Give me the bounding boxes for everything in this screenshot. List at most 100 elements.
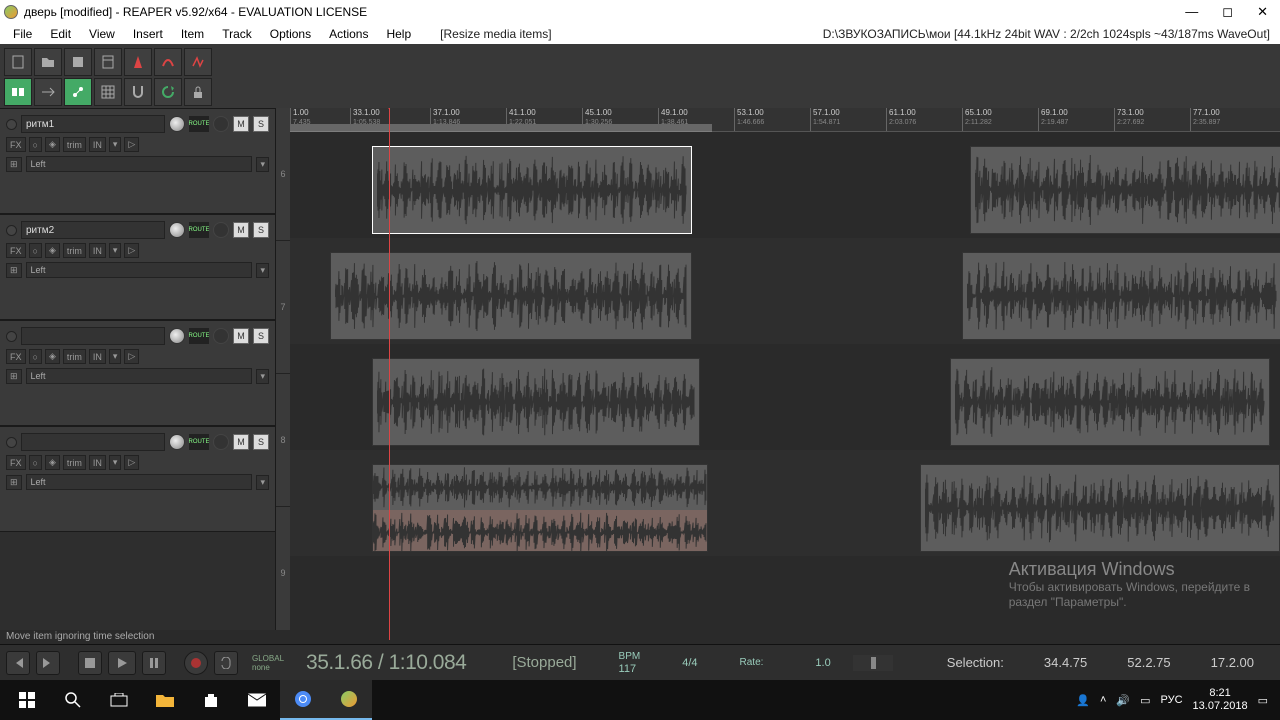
fx-button[interactable]: FX	[6, 455, 26, 470]
fx-bypass-button[interactable]: ○	[29, 349, 42, 364]
tray-lang[interactable]: РУС	[1161, 694, 1183, 706]
bpm-value[interactable]: 117	[619, 663, 641, 675]
maximize-button[interactable]: ◻	[1222, 4, 1233, 20]
env-button[interactable]: ⊞	[6, 157, 22, 172]
pan-dd-icon[interactable]: ▾	[256, 369, 269, 384]
mail-icon[interactable]	[234, 680, 280, 720]
menu-view[interactable]: View	[80, 27, 124, 41]
route-button[interactable]: ROUTE	[189, 328, 209, 344]
tool-new[interactable]	[4, 48, 32, 76]
timeline-ruler[interactable]: 1.007.43533.1.001:05.53837.1.001:13.8464…	[290, 108, 1280, 132]
tool-move-envpoints[interactable]	[64, 78, 92, 106]
recmon-button[interactable]: ◈	[45, 137, 60, 152]
recfx-button[interactable]: ▷	[124, 455, 139, 470]
media-item[interactable]: [+32.1dB] 09-180712_2347.wav	[330, 252, 692, 340]
tray-clock[interactable]: 8:2113.07.2018	[1193, 687, 1248, 713]
explorer-icon[interactable]	[142, 680, 188, 720]
recarm-button[interactable]	[6, 437, 17, 448]
search-icon[interactable]	[50, 680, 96, 720]
media-item[interactable]: [+26.5dB] 09-180713_0042.wav	[372, 358, 700, 446]
mute-button[interactable]: M	[233, 434, 249, 450]
media-item[interactable]: [+29.2dB] 08-180712_2342.wav	[970, 146, 1280, 234]
tool-ripple[interactable]	[34, 78, 62, 106]
recin-dd-icon[interactable]: ▾	[109, 137, 122, 152]
solo-button[interactable]: S	[253, 434, 269, 450]
arrange-view[interactable]: 1.007.43533.1.001:05.53837.1.001:13.8464…	[290, 108, 1280, 640]
recfx-button[interactable]: ▷	[124, 349, 139, 364]
fx-bypass-button[interactable]: ○	[29, 455, 42, 470]
track-header[interactable]: ROUTE M S FX ○ ◈ trim IN ▾ ▷ ⊞ Left ▾	[0, 426, 275, 532]
recin-button[interactable]: IN	[89, 349, 106, 364]
tool-lock[interactable]	[184, 78, 212, 106]
fx-bypass-button[interactable]: ○	[29, 137, 42, 152]
volume-knob[interactable]	[169, 328, 185, 344]
goto-end-button[interactable]	[36, 651, 60, 675]
selection-end[interactable]: 52.2.75	[1127, 655, 1170, 670]
track-name-input[interactable]	[21, 327, 165, 345]
fx-button[interactable]: FX	[6, 137, 26, 152]
pan-display[interactable]: Left	[26, 474, 253, 490]
media-item[interactable]: [+28.4dB] Take 2/2: 09-180713_0056.wav	[372, 464, 708, 552]
media-item[interactable]: [+26.8dB] 08-180713_0048.wav	[950, 358, 1270, 446]
repeat-button[interactable]	[214, 651, 238, 675]
pan-display[interactable]: Left	[26, 368, 253, 384]
recin-button[interactable]: IN	[89, 137, 106, 152]
phase-button[interactable]	[213, 222, 229, 238]
tool-ripple-all[interactable]	[154, 78, 182, 106]
pan-display[interactable]: Left	[26, 262, 253, 278]
pan-dd-icon[interactable]: ▾	[256, 157, 269, 172]
media-item[interactable]: [+25.5dB] Take 1/2: 09-180713_0049.wav	[920, 464, 1280, 552]
minimize-button[interactable]: —	[1185, 4, 1198, 20]
tool-auto-xfade[interactable]	[154, 48, 182, 76]
mute-button[interactable]: M	[233, 116, 249, 132]
route-button[interactable]: ROUTE	[189, 222, 209, 238]
fx-bypass-button[interactable]: ○	[29, 243, 42, 258]
pan-dd-icon[interactable]: ▾	[256, 475, 269, 490]
selection-start[interactable]: 34.4.75	[1044, 655, 1087, 670]
phase-button[interactable]	[213, 116, 229, 132]
goto-start-button[interactable]	[6, 651, 30, 675]
time-display[interactable]: 35.1.66 / 1:10.084	[306, 651, 466, 675]
recfx-button[interactable]: ▷	[124, 137, 139, 152]
env-button[interactable]: ⊞	[6, 263, 22, 278]
tool-open[interactable]	[34, 48, 62, 76]
mute-button[interactable]: M	[233, 222, 249, 238]
menu-actions[interactable]: Actions	[320, 27, 377, 41]
tool-grid[interactable]	[94, 78, 122, 106]
fx-button[interactable]: FX	[6, 349, 26, 364]
menu-help[interactable]: Help	[377, 27, 420, 41]
volume-knob[interactable]	[169, 116, 185, 132]
recfx-button[interactable]: ▷	[124, 243, 139, 258]
route-button[interactable]: ROUTE	[189, 116, 209, 132]
tool-save[interactable]	[64, 48, 92, 76]
tool-metronome[interactable]	[124, 48, 152, 76]
menu-track[interactable]: Track	[213, 27, 261, 41]
env-button[interactable]: ⊞	[6, 475, 22, 490]
tool-envelope[interactable]	[184, 48, 212, 76]
track-name-input[interactable]: ритм2	[21, 221, 165, 239]
rate-slider[interactable]	[853, 655, 893, 671]
recarm-button[interactable]	[6, 331, 17, 342]
media-item[interactable]: [+32.1dB] 09-180712_2347.wav	[962, 252, 1280, 340]
tool-group[interactable]	[4, 78, 32, 106]
trim-button[interactable]: trim	[63, 137, 86, 152]
recin-dd-icon[interactable]: ▾	[109, 349, 122, 364]
chrome-icon[interactable]	[280, 680, 326, 720]
playhead[interactable]	[389, 108, 390, 640]
play-button[interactable]	[108, 651, 136, 675]
close-button[interactable]: ✕	[1257, 4, 1268, 20]
tool-settings[interactable]	[94, 48, 122, 76]
recmon-button[interactable]: ◈	[45, 349, 60, 364]
recarm-button[interactable]	[6, 119, 17, 130]
menu-options[interactable]: Options	[261, 27, 320, 41]
tray-battery-icon[interactable]: ▭	[1140, 694, 1150, 707]
recmon-button[interactable]: ◈	[45, 243, 60, 258]
timesig-value[interactable]: 4/4	[682, 657, 697, 669]
solo-button[interactable]: S	[253, 328, 269, 344]
menu-edit[interactable]: Edit	[41, 27, 80, 41]
taskview-icon[interactable]	[96, 680, 142, 720]
recin-button[interactable]: IN	[89, 243, 106, 258]
reaper-icon[interactable]	[326, 680, 372, 720]
stop-button[interactable]	[78, 651, 102, 675]
tool-snap[interactable]	[124, 78, 152, 106]
